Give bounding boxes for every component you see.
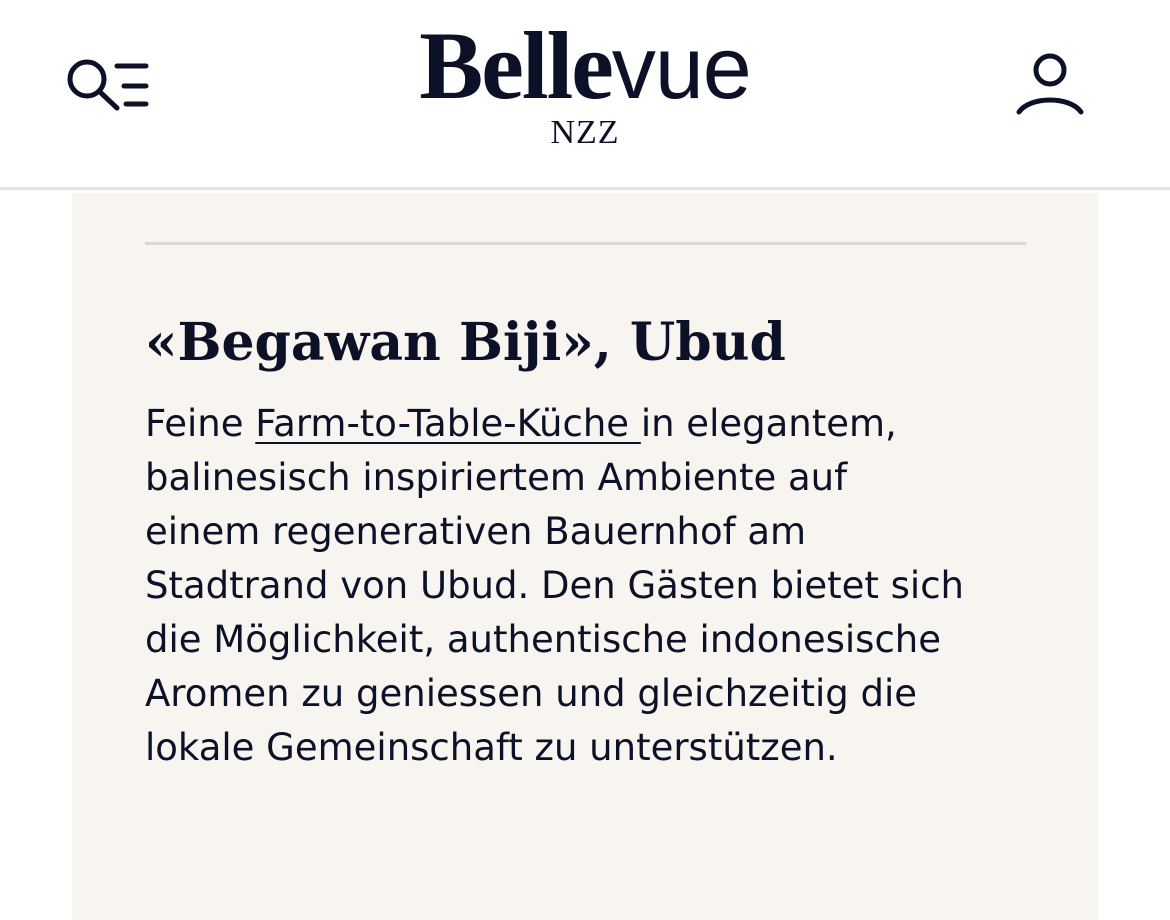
description-line: Aromen zu geniessen und gleichzeitig die bbox=[145, 672, 918, 715]
account-button[interactable] bbox=[1012, 50, 1090, 122]
place-description: Feine Farm-to-Table-Küche in elegantem, … bbox=[145, 397, 1045, 775]
logo-vue: vue bbox=[611, 18, 752, 117]
description-text: in elegantem, bbox=[640, 402, 897, 445]
description-line: die Möglichkeit, authentische indonesisc… bbox=[145, 618, 942, 661]
logo-publisher: NZZ bbox=[550, 114, 620, 151]
bellevue-logo[interactable]: Bellevue NZZ bbox=[340, 18, 830, 158]
logo-wordmark: Bellevue bbox=[340, 18, 830, 114]
section-divider bbox=[145, 242, 1026, 245]
description-line: einem regenerativen Bauernhof am bbox=[145, 510, 807, 553]
description-line: lokale Gemeinschaft zu unterstützen. bbox=[145, 726, 838, 769]
description-line: Stadtrand von Ubud. Den Gästen bietet si… bbox=[145, 564, 965, 607]
place-title: «Begawan Biji», Ubud bbox=[145, 312, 786, 373]
description-line: balinesisch inspiriertem Ambiente auf bbox=[145, 456, 848, 499]
site-header: Bellevue NZZ bbox=[0, 0, 1170, 190]
description-line: Feine Farm-to-Table-Küche in elegantem, bbox=[145, 397, 1045, 451]
menu-search-icon bbox=[67, 59, 149, 111]
logo-belle: Belle bbox=[419, 12, 614, 119]
description-text: Feine bbox=[145, 402, 256, 445]
menu-search-button[interactable] bbox=[62, 52, 154, 120]
farm-to-table-link[interactable]: Farm-to-Table-Küche bbox=[255, 402, 641, 445]
user-icon bbox=[1016, 53, 1084, 115]
article-card: «Begawan Biji», Ubud Feine Farm-to-Table… bbox=[72, 193, 1098, 920]
